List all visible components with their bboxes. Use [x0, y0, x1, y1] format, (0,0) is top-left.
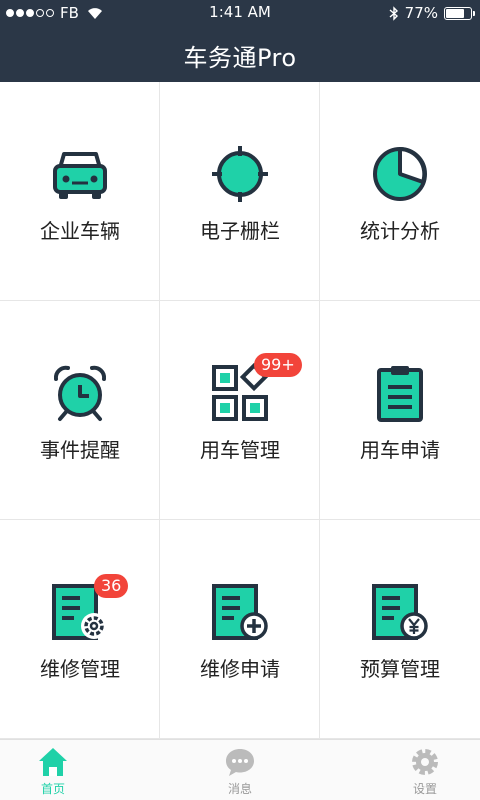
notification-badge: 99+ — [254, 353, 302, 377]
home-icon — [37, 746, 69, 778]
grid-item-label: 维修管理 — [40, 657, 120, 681]
tab-settings[interactable]: 设置 — [380, 740, 470, 800]
pie-chart-icon — [370, 144, 430, 204]
document-plus-icon — [210, 582, 270, 642]
battery-fill — [446, 8, 464, 18]
chat-bubble-icon — [224, 746, 256, 778]
notification-badge: 36 — [94, 574, 129, 598]
clipboard-icon — [370, 363, 430, 423]
bluetooth-icon — [389, 5, 398, 21]
car-icon — [50, 144, 110, 204]
grid-item-vehicle-management[interactable]: 99+ 用车管理 — [160, 301, 320, 520]
app-header: FB 1:41 AM 77% 车务通Pro — [0, 0, 480, 82]
tab-label: 设置 — [412, 782, 437, 796]
alarm-clock-icon — [50, 363, 110, 423]
grid-item-label: 维修申请 — [200, 657, 280, 681]
grid-item-label: 用车申请 — [360, 438, 440, 462]
grid-item-label: 用车管理 — [200, 438, 280, 462]
tab-label: 消息 — [227, 782, 252, 796]
grid-item-repair-request[interactable]: 维修申请 — [160, 520, 320, 739]
status-bar: FB 1:41 AM 77% — [0, 0, 480, 26]
grid-item-label: 电子栅栏 — [200, 219, 280, 243]
grid-item-label: 统计分析 — [360, 219, 440, 243]
grid-item-label: 企业车辆 — [40, 219, 120, 243]
grid-item-vehicles[interactable]: 企业车辆 — [0, 82, 160, 301]
grid-item-label: 事件提醒 — [40, 438, 120, 462]
grid-item-budget-management[interactable]: 预算管理 — [320, 520, 480, 739]
grid-item-event-reminder[interactable]: 事件提醒 — [0, 301, 160, 520]
grid-item-repair-management[interactable]: 36 维修管理 — [0, 520, 160, 739]
grid-item-geofence[interactable]: 电子栅栏 — [160, 82, 320, 301]
feature-grid: 企业车辆 电子栅栏 统计分析 事件提醒 99+ 用车管理 用车申请 36 维修管… — [0, 82, 480, 739]
document-yen-icon — [370, 582, 430, 642]
gear-icon — [409, 746, 441, 778]
battery-percent: 77% — [404, 4, 438, 22]
grid-item-label: 预算管理 — [360, 657, 440, 681]
tab-messages[interactable]: 消息 — [195, 740, 285, 800]
grid-item-statistics[interactable]: 统计分析 — [320, 82, 480, 301]
battery-icon — [444, 6, 475, 20]
tab-home[interactable]: 首页 — [8, 740, 98, 800]
page-title: 车务通Pro — [183, 44, 297, 72]
tab-bar: 首页 消息 设置 — [0, 739, 480, 800]
geofence-target-icon — [210, 144, 270, 204]
grid-item-vehicle-request[interactable]: 用车申请 — [320, 301, 480, 520]
status-right: 77% — [389, 4, 475, 22]
tab-label: 首页 — [40, 782, 65, 796]
